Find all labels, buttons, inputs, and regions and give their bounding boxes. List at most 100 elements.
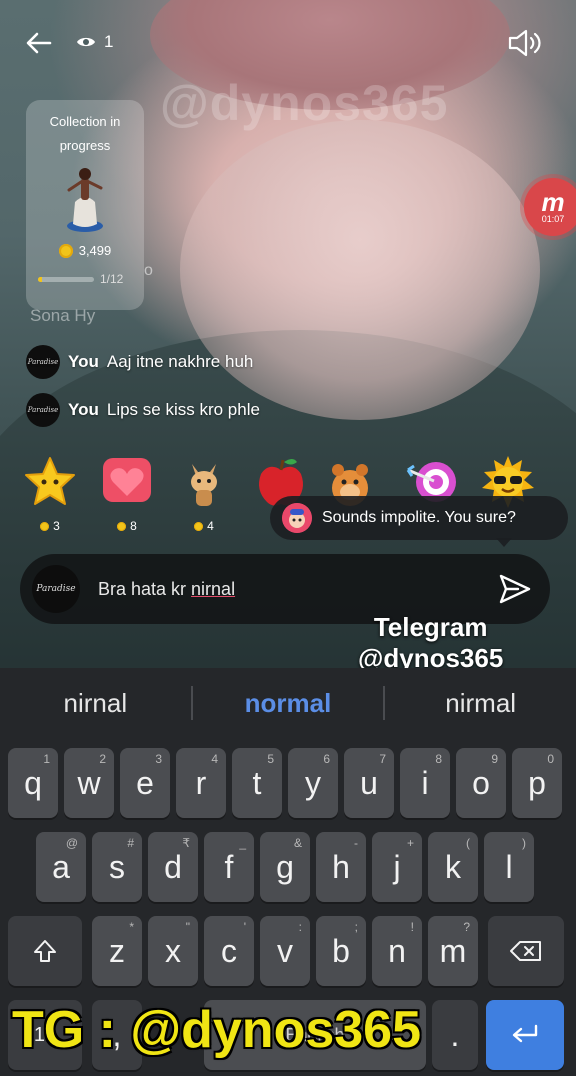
warning-tooltip-text: Sounds impolite. You sure? — [322, 509, 516, 526]
recording-badge-mark: m — [541, 187, 565, 217]
key-hint: @ — [65, 836, 78, 850]
chat-username: You — [68, 400, 99, 419]
key-label: c — [221, 932, 237, 969]
chat-message: Paradise You Lips se kiss kro phle — [26, 393, 260, 427]
key-hint: 6 — [323, 752, 330, 766]
gift-heart[interactable]: 8 — [97, 454, 157, 533]
comment-input-misspelled-word: nirnal — [191, 578, 236, 599]
key-g[interactable]: & g — [260, 832, 310, 902]
key-v[interactable]: :v — [260, 916, 310, 986]
key-hint: 7 — [379, 752, 386, 766]
collection-coins-value: 3,499 — [78, 243, 112, 258]
comment-input-text[interactable]: Bra hata kr nirnal — [98, 579, 235, 600]
key-y[interactable]: 6y — [288, 748, 338, 818]
key-p[interactable]: 0p — [512, 748, 562, 818]
key-label: y — [305, 764, 321, 801]
key-q[interactable]: 1q — [8, 748, 58, 818]
key-e[interactable]: 3e — [120, 748, 170, 818]
enter-key[interactable] — [486, 1000, 564, 1070]
key-l[interactable]: ) l — [484, 832, 534, 902]
key-x[interactable]: " x — [148, 916, 198, 986]
viewer-count-value: 1 — [104, 32, 114, 51]
key-label: m — [439, 932, 467, 969]
key-b[interactable]: ; b — [316, 916, 366, 986]
gift-price-value: 3 — [53, 519, 60, 533]
collection-title: Collection in progress — [49, 114, 121, 153]
period-key[interactable]: . — [432, 1000, 478, 1070]
key-w[interactable]: 2w — [64, 748, 114, 818]
backspace-icon — [510, 941, 541, 961]
gift-price: 8 — [97, 519, 157, 533]
chat-text: Lips se kiss kro phle — [106, 400, 260, 419]
key-u[interactable]: 7u — [344, 748, 394, 818]
key-r[interactable]: 4r — [176, 748, 226, 818]
key-o[interactable]: 9o — [456, 748, 506, 818]
suggestion-right[interactable]: nirmal — [385, 688, 576, 719]
chat-text: Aaj itne nakhre huh — [106, 352, 254, 371]
send-icon[interactable] — [498, 572, 532, 606]
watermark: @dynos365 — [160, 75, 449, 131]
period-key-label: . — [450, 1016, 460, 1053]
key-hint: ( — [466, 836, 470, 850]
telegram-overlay-line1: Telegram — [373, 612, 488, 642]
key-label: g — [276, 848, 294, 885]
key-hint: # — [127, 836, 134, 850]
gift-price-value: 4 — [207, 519, 214, 533]
key-hint: ! — [410, 920, 414, 934]
key-label: t — [252, 764, 262, 801]
key-label: p — [528, 764, 546, 801]
backspace-key[interactable] — [488, 916, 564, 986]
key-hint: 3 — [155, 752, 162, 766]
chat-partial-line: Sona Hy — [30, 306, 96, 325]
back-arrow-icon[interactable] — [24, 28, 54, 58]
chat-avatar: Paradise — [26, 393, 60, 427]
key-k[interactable]: (k — [428, 832, 478, 902]
shift-key[interactable] — [8, 916, 82, 986]
gift-cat[interactable]: 4 — [174, 454, 234, 533]
key-z[interactable]: * z — [92, 916, 142, 986]
collection-card[interactable]: Collection in progress 3,499 1/12 — [26, 100, 144, 310]
key-a[interactable]: @ a — [36, 832, 86, 902]
speaker-icon[interactable] — [506, 27, 546, 59]
key-n[interactable]: ! n — [372, 916, 422, 986]
key-c[interactable]: ' c — [204, 916, 254, 986]
suggestion-left[interactable]: nirnal — [0, 688, 191, 719]
key-label: s — [109, 848, 125, 885]
key-hint: & — [293, 836, 302, 850]
key-f[interactable]: _ f — [204, 832, 254, 902]
gift-star[interactable]: 3 — [20, 454, 80, 533]
key-label: i — [421, 764, 429, 801]
gift-price: 3 — [20, 519, 80, 533]
key-s[interactable]: # s — [92, 832, 142, 902]
chat-username: You — [68, 352, 99, 371]
key-label: n — [388, 932, 406, 969]
comment-input-prefix: Bra hata kr — [98, 578, 192, 599]
mascot-icon — [282, 503, 312, 533]
key-label: f — [224, 848, 234, 885]
key-t[interactable]: 5t — [232, 748, 282, 818]
recording-badge[interactable]: m 01:07 — [524, 178, 576, 236]
key-hint: - — [354, 836, 358, 850]
shift-icon — [34, 940, 56, 962]
collection-progress-bar — [38, 276, 94, 282]
heart-gift-icon — [103, 458, 151, 502]
key-d[interactable]: ₹ d — [148, 832, 198, 902]
coin-icon — [117, 521, 127, 531]
key-m[interactable]: ? m — [428, 916, 478, 986]
gift-price: 4 — [174, 519, 234, 533]
key-i[interactable]: 8i — [400, 748, 450, 818]
key-hint: ; — [354, 920, 358, 934]
tooltip-arrow — [496, 538, 512, 547]
key-label: w — [77, 764, 101, 801]
key-label: j — [393, 848, 401, 885]
key-j[interactable]: + j — [372, 832, 422, 902]
key-hint: _ — [239, 836, 246, 850]
collection-coins: 3,499 — [26, 243, 144, 258]
telegram-banner: TG : @dynos365 — [12, 1001, 422, 1059]
warning-tooltip: Sounds impolite. You sure? — [270, 496, 568, 547]
key-h[interactable]: -h — [316, 832, 366, 902]
key-label: d — [164, 848, 182, 885]
key-label: u — [360, 764, 378, 801]
key-hint: : — [298, 920, 302, 934]
suggestion-center[interactable]: normal — [193, 688, 384, 719]
